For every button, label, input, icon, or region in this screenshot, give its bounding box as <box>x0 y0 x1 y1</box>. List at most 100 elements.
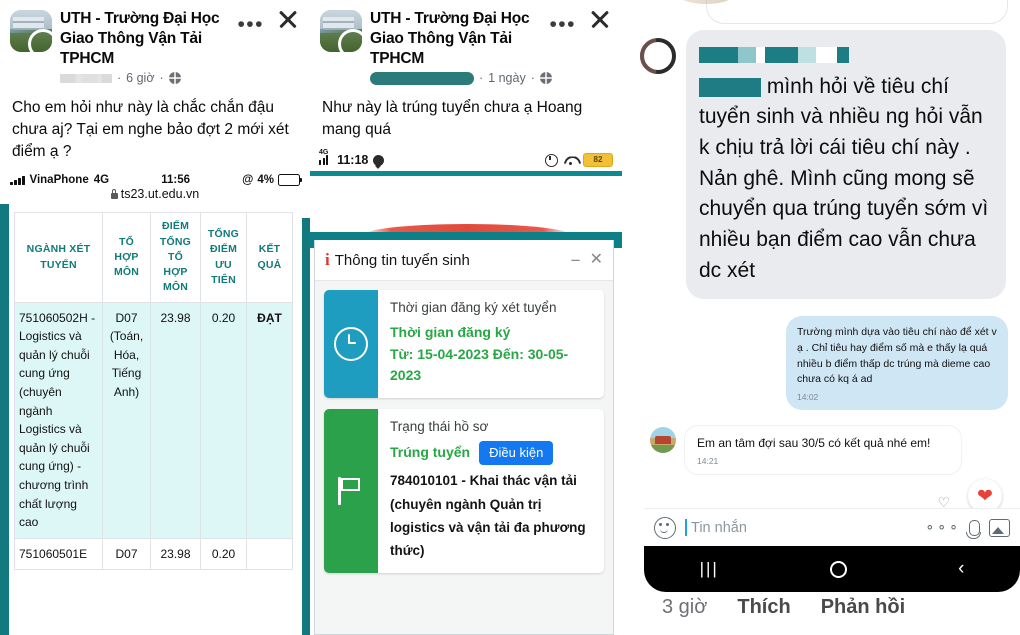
flag-icon <box>338 477 364 506</box>
clock-icon-wrap <box>324 290 378 399</box>
message-text: Trường mình dựa vào tiêu chí nào để xét … <box>797 326 997 386</box>
table-row: 751060502H - Logistics và quản lý chuỗi … <box>14 301 293 539</box>
globe-icon <box>168 72 181 85</box>
post-meta: · 1 ngày · <box>370 71 614 85</box>
signal-bars-icon: 4G <box>319 149 332 166</box>
avatar[interactable] <box>640 38 676 74</box>
android-status-bar: 4G 11:18 82 <box>310 149 622 169</box>
microphone-icon[interactable] <box>966 519 981 539</box>
post-body-text: Cho em hỏi như này là chắc chắn đậu chưa… <box>12 99 289 161</box>
message-timestamp: 14:21 <box>697 456 719 467</box>
carrier-label: VinaPhone <box>29 174 89 187</box>
teal-divider <box>310 171 622 177</box>
previous-message-bubble <box>706 0 1008 24</box>
message-text: mình hỏi về tiêu chí tuyển sinh và nhiều… <box>699 74 989 282</box>
message-text: Em an tâm đợi sau 30/5 có kết quả nhé em… <box>697 436 931 450</box>
image-icon[interactable] <box>989 518 1010 537</box>
ios-status-bar: VinaPhone 4G 11:56 @ 4% <box>0 171 310 187</box>
col-diem-tong-to-hop-mon: ĐIỂM TỔNG TỔ HỢP MÔN <box>150 212 201 303</box>
more-options-icon[interactable]: ••• <box>237 14 264 35</box>
message-composer: Tin nhắn ⚬⚬⚬ <box>644 508 1020 546</box>
status-badge: Trúng tuyển <box>390 444 471 461</box>
post-separator: · <box>479 71 484 86</box>
page-name[interactable]: UTH - Trường Đại Học Giao Thông Vận Tải … <box>370 9 554 68</box>
post-time: 1 ngày <box>488 71 526 86</box>
avatar-ring <box>28 29 52 52</box>
status-badge: ĐẠT <box>246 301 293 539</box>
dialog-body: Thời gian đăng ký xét tuyển Thời gian đă… <box>315 281 613 634</box>
close-icon[interactable] <box>276 7 300 31</box>
comment-footer: 3 giờ Thích Phản hồi <box>662 596 905 619</box>
cell-diem-uu-tien: 0.20 <box>200 301 247 539</box>
dialog-header: i Thông tin tuyển sinh − ✕ <box>315 240 613 281</box>
col-tong-diem-uu-tien: TỔNG ĐIỂM ƯU TIÊN <box>200 212 247 303</box>
message-timestamp: 14:02 <box>797 392 819 402</box>
comment-time: 3 giờ <box>662 596 708 618</box>
more-options-icon[interactable]: ⚬⚬⚬ <box>924 520 960 536</box>
back-icon[interactable]: ‹ <box>958 558 964 580</box>
signal-bars-icon <box>10 175 25 185</box>
flag-icon-wrap <box>324 409 378 574</box>
alarm-icon <box>545 153 558 167</box>
facebook-post-header: UTH - Trường Đại Học Giao Thông Vận Tải … <box>310 0 622 85</box>
text-caret <box>685 519 687 536</box>
conditions-button[interactable]: Điều kiện <box>479 441 554 466</box>
card-label: Trạng thái hồ sơ <box>390 419 489 435</box>
page-avatar[interactable] <box>10 10 52 52</box>
wifi-icon <box>564 155 577 166</box>
cell-diem-tong: 23.98 <box>150 301 201 539</box>
post-body-text: Như này là trúng tuyển chưa ạ Hoang mang… <box>322 99 583 139</box>
page-avatar[interactable] <box>320 10 362 52</box>
message-input[interactable]: Tin nhắn <box>691 520 915 536</box>
recents-icon[interactable]: ||| <box>700 559 719 579</box>
like-button[interactable]: Thích <box>737 596 790 619</box>
card-major-detail: 784010101 - Khai thác vận tải (chuyên ng… <box>390 473 586 559</box>
post-separator: · <box>117 71 122 86</box>
facebook-post-header: UTH - Trường Đại Học Giao Thông Vận Tải … <box>0 0 310 85</box>
page-name[interactable]: UTH - Trường Đại Học Giao Thông Vận Tải … <box>60 9 242 68</box>
cell-ket-qua <box>246 537 293 571</box>
battery-icon: 82 <box>583 153 613 168</box>
smiley-icon[interactable] <box>654 516 676 539</box>
more-options-icon[interactable]: ••• <box>549 14 576 35</box>
cell-nganh: 751060501E <box>14 537 103 571</box>
dialog-title: Thông tin tuyển sinh <box>334 251 470 269</box>
post-separator-2: · <box>530 71 535 86</box>
redacted-author-name <box>60 73 112 83</box>
close-icon[interactable] <box>588 7 612 31</box>
screenshot-collage: UTH - Trường Đại Học Giao Thông Vận Tải … <box>0 0 1020 635</box>
left-screenshot-panel: UTH - Trường Đại Học Giao Thông Vận Tải … <box>0 0 310 635</box>
results-table-wrapper: NGÀNH XÉT TUYỂN TỔ HỢP MÔN ĐIỂM TỔNG TỔ … <box>0 204 310 635</box>
location-icon: @ <box>242 174 254 187</box>
incoming-message-bubble: Em an tâm đợi sau 30/5 có kết quả nhé em… <box>684 425 962 476</box>
outgoing-message-bubble: Trường mình dựa vào tiêu chí nào để xét … <box>786 316 1008 410</box>
incoming-reply-row: Em an tâm đợi sau 30/5 có kết quả nhé em… <box>650 425 1008 513</box>
status-time: 11:18 <box>337 153 369 168</box>
card-label: Thời gian đăng ký xét tuyển <box>390 300 557 315</box>
messenger-icon <box>373 154 385 166</box>
right-teal-accent <box>302 218 310 635</box>
reply-button[interactable]: Phản hồi <box>821 596 905 619</box>
left-teal-accent <box>0 204 9 635</box>
incoming-message-bubble: mình hỏi về tiêu chí tuyển sinh và nhiều… <box>686 30 1006 300</box>
battery-icon <box>278 174 302 187</box>
cell-nganh: 751060502H - Logistics và quản lý chuỗi … <box>14 301 103 539</box>
browser-url-bar[interactable]: ts23.ut.edu.vn <box>0 186 310 204</box>
redacted-author-name <box>370 71 474 85</box>
middle-screenshot-panel: UTH - Trường Đại Học Giao Thông Vận Tải … <box>310 0 622 635</box>
col-to-hop-mon: TỔ HỢP MÔN <box>102 212 151 303</box>
post-time: 6 giờ <box>126 71 155 86</box>
minimize-icon[interactable]: − <box>562 252 590 269</box>
cell-diem-tong: 23.98 <box>150 537 201 571</box>
home-icon[interactable] <box>829 560 847 578</box>
close-icon[interactable]: ✕ <box>590 252 603 268</box>
registration-time-card: Thời gian đăng ký xét tuyển Thời gian đă… <box>324 290 604 399</box>
table-header-row: NGÀNH XÉT TUYỂN TỔ HỢP MÔN ĐIỂM TỔNG TỔ … <box>14 212 293 303</box>
network-label: 4G <box>93 174 110 187</box>
card-date-range: Từ: 15-04-2023 Đến: 30-05-2023 <box>390 345 569 384</box>
avatar[interactable] <box>650 427 676 453</box>
network-label: 4G <box>319 149 329 157</box>
messenger-screenshot-panel: mình hỏi về tiêu chí tuyển sinh và nhiều… <box>622 0 1020 635</box>
post-meta: · 6 giờ · <box>60 71 302 85</box>
url-text: ts23.ut.edu.vn <box>120 187 200 202</box>
